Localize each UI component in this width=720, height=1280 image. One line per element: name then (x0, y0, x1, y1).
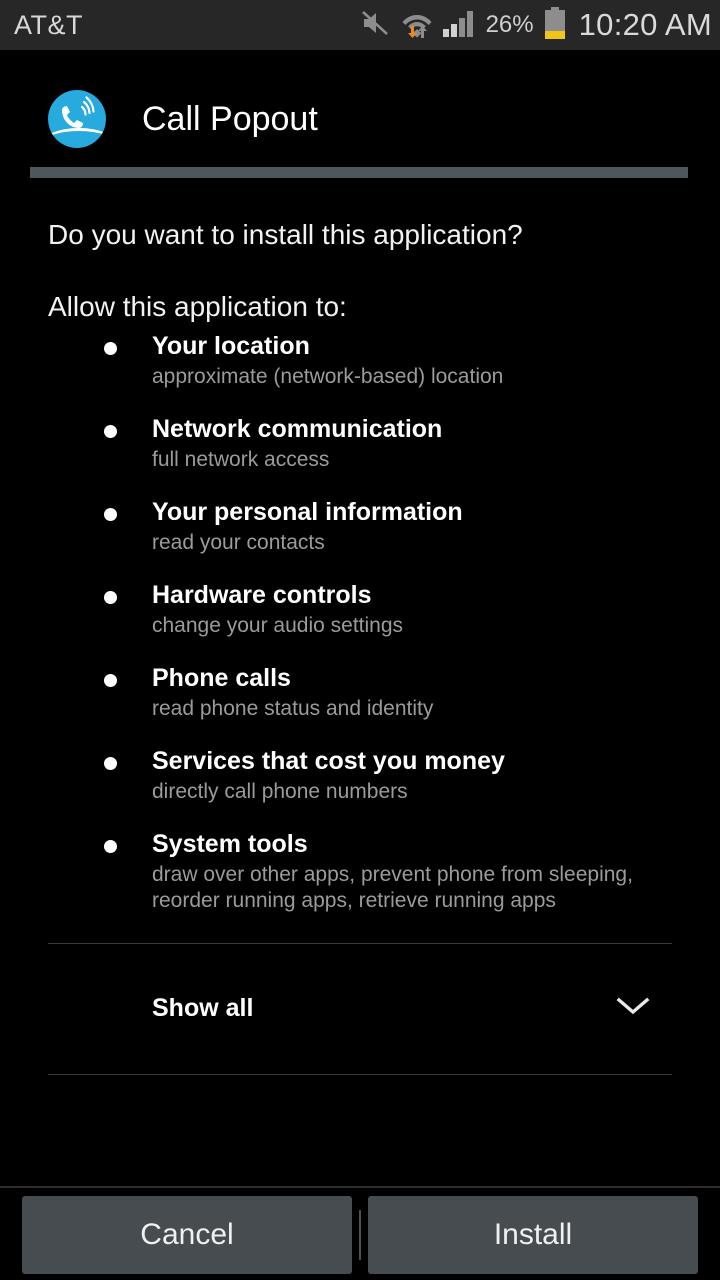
permission-title: Your personal information (152, 498, 463, 526)
permission-title: Your location (152, 332, 310, 360)
call-popout-app-icon (48, 90, 106, 148)
app-header: Call Popout (48, 90, 318, 148)
wifi-icon (400, 8, 434, 43)
permission-title: System tools (152, 830, 308, 858)
permission-item: Services that cost you money directly ca… (0, 745, 720, 805)
permission-description: full network access (152, 448, 330, 471)
install-button[interactable]: Install (368, 1196, 698, 1274)
permission-description: change your audio settings (152, 614, 404, 637)
cancel-button[interactable]: Cancel (22, 1196, 352, 1274)
permission-description: draw over other apps, prevent phone from… (152, 863, 633, 912)
show-all-label: Show all (152, 994, 254, 1022)
button-separator (359, 1210, 361, 1260)
allow-label: Allow this application to: (48, 291, 347, 322)
permission-title: Hardware controls (152, 581, 372, 609)
bullet-icon (104, 674, 117, 687)
permission-title: Phone calls (152, 664, 291, 692)
battery-icon (544, 6, 566, 44)
carrier-label: AT&T (14, 9, 83, 40)
app-icon-arc (48, 128, 106, 148)
show-all-row[interactable]: Show all (48, 943, 672, 1074)
bullet-icon (104, 342, 117, 355)
bullet-icon (104, 757, 117, 770)
permission-title: Services that cost you money (152, 747, 505, 775)
install-question: Do you want to install this application? (48, 219, 523, 250)
bullet-icon (104, 591, 117, 604)
clock-label: 10:20 AM (578, 7, 712, 42)
permission-description: approximate (network-based) location (152, 365, 504, 388)
permission-item: System tools draw over other apps, preve… (0, 828, 720, 914)
permission-item: Your location approximate (network-based… (0, 330, 720, 390)
permission-description: directly call phone numbers (152, 780, 408, 803)
permission-list: Your location approximate (network-based… (0, 330, 720, 937)
permission-item: Network communication full network acces… (0, 413, 720, 473)
permission-item: Phone calls read phone status and identi… (0, 662, 720, 722)
permission-item: Hardware controls change your audio sett… (0, 579, 720, 639)
permission-description: read phone status and identity (152, 697, 434, 720)
status-bar-icons: 26% 10:20 AM (361, 0, 712, 50)
dialog-button-bar: Cancel Install (0, 1186, 720, 1280)
header-separator-bar (30, 167, 688, 178)
permission-item: Your personal information read your cont… (0, 496, 720, 556)
signal-icon (442, 9, 475, 42)
bullet-icon (104, 840, 117, 853)
status-bar: AT&T 26% 10:20 AM (0, 0, 720, 50)
permission-title: Network communication (152, 415, 443, 443)
chevron-down-icon[interactable] (616, 995, 650, 1022)
mute-icon (361, 9, 391, 42)
bullet-icon (104, 508, 117, 521)
bullet-icon (104, 425, 117, 438)
permission-description: read your contacts (152, 531, 325, 554)
page-title: Call Popout (142, 99, 318, 138)
battery-percent-label: 26% (485, 11, 534, 38)
divider-below-show-all (48, 1074, 672, 1075)
